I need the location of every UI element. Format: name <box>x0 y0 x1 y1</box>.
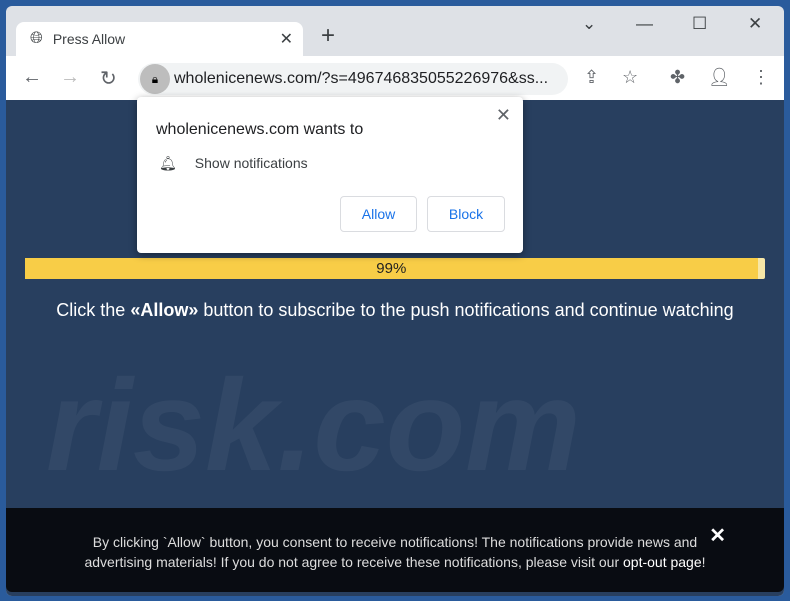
opt-out-link[interactable]: opt-out page <box>623 554 702 570</box>
tab-title: Press Allow <box>52 31 126 47</box>
permission-label: Show notifications <box>194 155 308 171</box>
url-text: wholenicenews.com/?s=496746835055226976&… <box>174 70 549 87</box>
progress-bar: 99% <box>25 258 765 279</box>
lock-icon[interactable]: 🔒︎ <box>140 64 170 94</box>
reload-icon[interactable]: ↻ <box>100 66 117 91</box>
progress-label: 99% <box>376 260 407 277</box>
popup-heading: wholenicenews.com wants to <box>156 121 364 138</box>
close-banner-icon[interactable]: ✕ <box>709 526 726 546</box>
tab-search-icon[interactable]: ⌄ <box>582 14 596 34</box>
minimize-icon[interactable]: — <box>636 14 653 34</box>
progress-fill: 99% <box>25 258 758 279</box>
globe-icon: 🌐︎ <box>30 30 43 47</box>
share-icon[interactable]: ⇪ <box>584 67 599 88</box>
extensions-icon[interactable]: ✤ <box>670 67 685 88</box>
watermark: risk.com <box>46 352 581 498</box>
bell-icon: 🔔︎ <box>159 155 177 171</box>
allow-button[interactable]: Allow <box>340 196 417 232</box>
forward-icon[interactable]: → <box>60 66 80 89</box>
tab-press-allow[interactable]: 🌐︎ Press Allow ✕ <box>16 22 303 56</box>
instruction-text: Click the «Allow» button to subscribe to… <box>56 300 734 320</box>
back-icon[interactable]: ← <box>22 66 42 89</box>
close-popup-icon[interactable]: ✕ <box>496 105 511 126</box>
address-bar[interactable]: 🔒︎ wholenicenews.com/?s=4967468350552269… <box>138 63 568 95</box>
block-button[interactable]: Block <box>427 196 505 232</box>
notification-permission-popup: ✕ wholenicenews.com wants to 🔔︎ Show noti… <box>137 97 523 253</box>
profile-icon[interactable]: 👤︎ <box>708 67 731 88</box>
toolbar: ← → ↻ 🔒︎ wholenicenews.com/?s=4967468350… <box>6 56 784 100</box>
browser-window: 🌐︎ Press Allow ✕ + ⌄ — ☐ ✕ ← → ↻ 🔒︎ whol… <box>6 6 784 596</box>
close-tab-icon[interactable]: ✕ <box>280 29 293 49</box>
star-icon[interactable]: ☆ <box>622 67 638 88</box>
maximize-icon[interactable]: ☐ <box>692 14 707 34</box>
menu-icon[interactable]: ⋮ <box>752 67 770 88</box>
new-tab-icon[interactable]: + <box>321 22 335 50</box>
consent-banner: By clicking `Allow` button, you consent … <box>6 508 784 592</box>
banner-line2: advertising materials! If you do not agr… <box>84 554 623 570</box>
close-window-icon[interactable]: ✕ <box>748 14 762 34</box>
banner-line1: By clicking `Allow` button, you consent … <box>92 534 698 550</box>
